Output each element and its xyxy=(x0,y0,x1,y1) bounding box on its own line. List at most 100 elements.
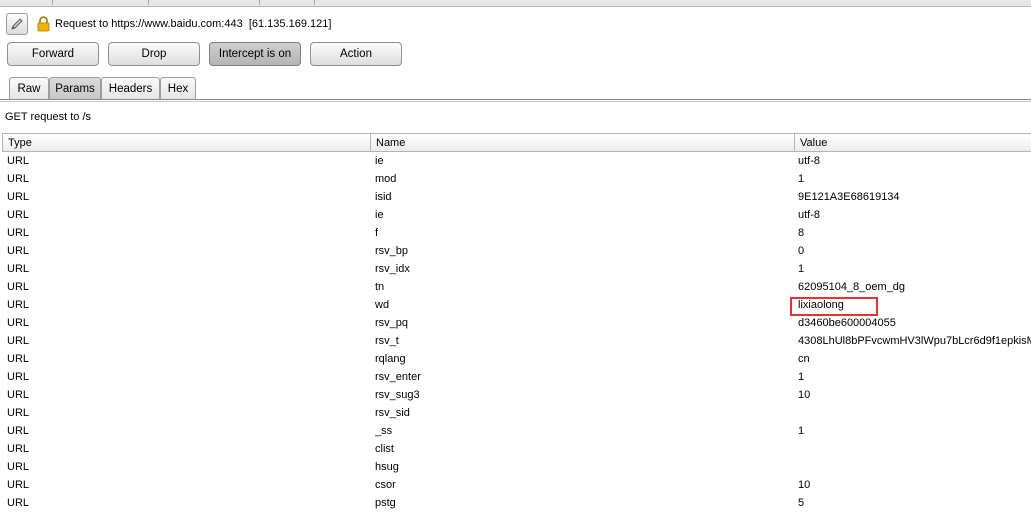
cell-value xyxy=(798,404,1031,422)
top-tab-strip xyxy=(0,0,1031,7)
cell-type: URL xyxy=(7,209,30,221)
cell-name: rsv_idx xyxy=(375,263,410,275)
table-body: URL ie utf-8 URL mod 1 URL isid 9E121A3E68619134… xyxy=(2,152,1031,512)
table-row[interactable]: URL ie utf-8 xyxy=(2,206,1031,224)
column-header-value[interactable]: Value xyxy=(794,134,1031,152)
tab-hex[interactable]: Hex xyxy=(160,77,196,99)
cell-type: URL xyxy=(7,173,30,185)
top-tab-segment[interactable] xyxy=(0,0,53,5)
table-header: Type Name Value xyxy=(2,133,1031,152)
table-row[interactable]: URL isid 9E121A3E68619134 xyxy=(2,188,1031,206)
cell-value: cn xyxy=(798,353,810,365)
cell-type: URL xyxy=(7,299,30,311)
cell-value: 10 xyxy=(798,389,811,401)
cell-type: URL xyxy=(7,281,30,293)
cell-value: 62095104_8_oem_dg xyxy=(798,281,906,293)
table-row[interactable]: URL rqlang cn xyxy=(2,350,1031,368)
top-tab-segment[interactable] xyxy=(53,0,149,5)
table-row[interactable]: URL hsug xyxy=(2,458,1031,476)
tab-raw[interactable]: Raw xyxy=(9,77,49,99)
cell-name: tn xyxy=(375,281,385,293)
lock-icon xyxy=(37,16,50,32)
cell-type: URL xyxy=(7,335,30,347)
cell-value: 1 xyxy=(798,263,805,275)
request-target: Request to https://www.baidu.com:443 [61… xyxy=(55,18,332,30)
cell-name: rsv_sid xyxy=(375,407,410,419)
cell-name: mod xyxy=(375,173,397,185)
cell-name: rsv_sug3 xyxy=(375,389,420,401)
column-header-name[interactable]: Name xyxy=(370,134,794,152)
table-row[interactable]: URL mod 1 xyxy=(2,170,1031,188)
cell-type: URL xyxy=(7,191,30,203)
cell-type: URL xyxy=(7,263,30,275)
cell-value: 0 xyxy=(798,245,805,257)
intercept-toggle-button[interactable]: Intercept is on xyxy=(209,42,301,66)
table-row[interactable]: URL clist xyxy=(2,440,1031,458)
cell-type: URL xyxy=(7,353,30,365)
cell-name: csor xyxy=(375,479,396,491)
table-row[interactable]: URL rsv_sug3 10 xyxy=(2,386,1031,404)
cell-name: f xyxy=(375,227,379,239)
cell-type: URL xyxy=(7,155,30,167)
table-row[interactable]: URL tn 62095104_8_oem_dg xyxy=(2,278,1031,296)
table-row[interactable]: URL rsv_idx 1 xyxy=(2,260,1031,278)
cell-name: wd xyxy=(375,299,390,311)
cell-type: URL xyxy=(7,461,30,473)
drop-button[interactable]: Drop xyxy=(108,42,200,66)
table-row[interactable]: URL pstg 5 xyxy=(2,494,1031,512)
cell-value xyxy=(798,458,1031,476)
action-button[interactable]: Action xyxy=(310,42,402,66)
top-tab-segment[interactable] xyxy=(260,0,315,5)
table-row[interactable]: URL _ss 1 xyxy=(2,422,1031,440)
cell-type: URL xyxy=(7,227,30,239)
cell-value: utf-8 xyxy=(798,155,821,167)
cell-value: d3460be600004055 xyxy=(798,317,896,329)
cell-name: rqlang xyxy=(375,353,406,365)
highlight-box xyxy=(790,297,878,316)
cell-name: clist xyxy=(375,443,394,455)
cell-value: 1 xyxy=(798,425,805,437)
column-header-type[interactable]: Type xyxy=(3,134,370,152)
cell-value: 1 xyxy=(798,173,805,185)
table-row[interactable]: URL rsv_sid xyxy=(2,404,1031,422)
cell-value: 5 xyxy=(798,497,805,509)
pencil-icon[interactable] xyxy=(6,13,28,35)
table-row[interactable]: URL rsv_bp 0 xyxy=(2,242,1031,260)
cell-name: rsv_enter xyxy=(375,371,421,383)
cell-name: rsv_pq xyxy=(375,317,409,329)
tab-divider xyxy=(0,99,1031,100)
cell-type: URL xyxy=(7,443,30,455)
tab-headers[interactable]: Headers xyxy=(101,77,160,99)
cell-value: 8 xyxy=(798,227,805,239)
cell-name: hsug xyxy=(375,461,399,473)
table-row[interactable]: URL ie utf-8 xyxy=(2,152,1031,170)
cell-type: URL xyxy=(7,479,30,491)
cell-value: 9E121A3E68619134 xyxy=(798,191,900,203)
top-tab-segment[interactable] xyxy=(149,0,260,5)
cell-value: 4308LhUl8bPFvcwmHV3lWpu7bLcr6d9f1epkisM xyxy=(798,335,1031,347)
cell-type: URL xyxy=(7,497,30,509)
cell-value xyxy=(798,440,1031,458)
tab-params[interactable]: Params xyxy=(49,77,101,99)
cell-name: pstg xyxy=(375,497,396,509)
cell-value: 1 xyxy=(798,371,805,383)
cell-type: URL xyxy=(7,371,30,383)
table-row[interactable]: URL f 8 xyxy=(2,224,1031,242)
tab-divider xyxy=(0,101,1031,102)
table-row[interactable]: URL rsv_t 4308LhUl8bPFvcwmHV3lWpu7bLcr6d9f… xyxy=(2,332,1031,350)
params-table: Type Name Value URL ie utf-8 URL mod 1 URL isid… xyxy=(2,133,1031,512)
table-row[interactable]: URL rsv_enter 1 xyxy=(2,368,1031,386)
cell-type: URL xyxy=(7,317,30,329)
cell-type: URL xyxy=(7,245,30,257)
cell-type: URL xyxy=(7,407,30,419)
cell-type: URL xyxy=(7,389,30,401)
cell-name: ie xyxy=(375,155,384,167)
table-row[interactable]: URL csor 10 xyxy=(2,476,1031,494)
request-info-line: Request to https://www.baidu.com:443 [61… xyxy=(6,13,331,35)
table-row[interactable]: URL rsv_pq d3460be600004055 xyxy=(2,314,1031,332)
request-summary: GET request to /s xyxy=(5,111,92,123)
cell-name: rsv_t xyxy=(375,335,399,347)
cell-type: URL xyxy=(7,425,30,437)
cell-value: utf-8 xyxy=(798,209,821,221)
forward-button[interactable]: Forward xyxy=(7,42,99,66)
